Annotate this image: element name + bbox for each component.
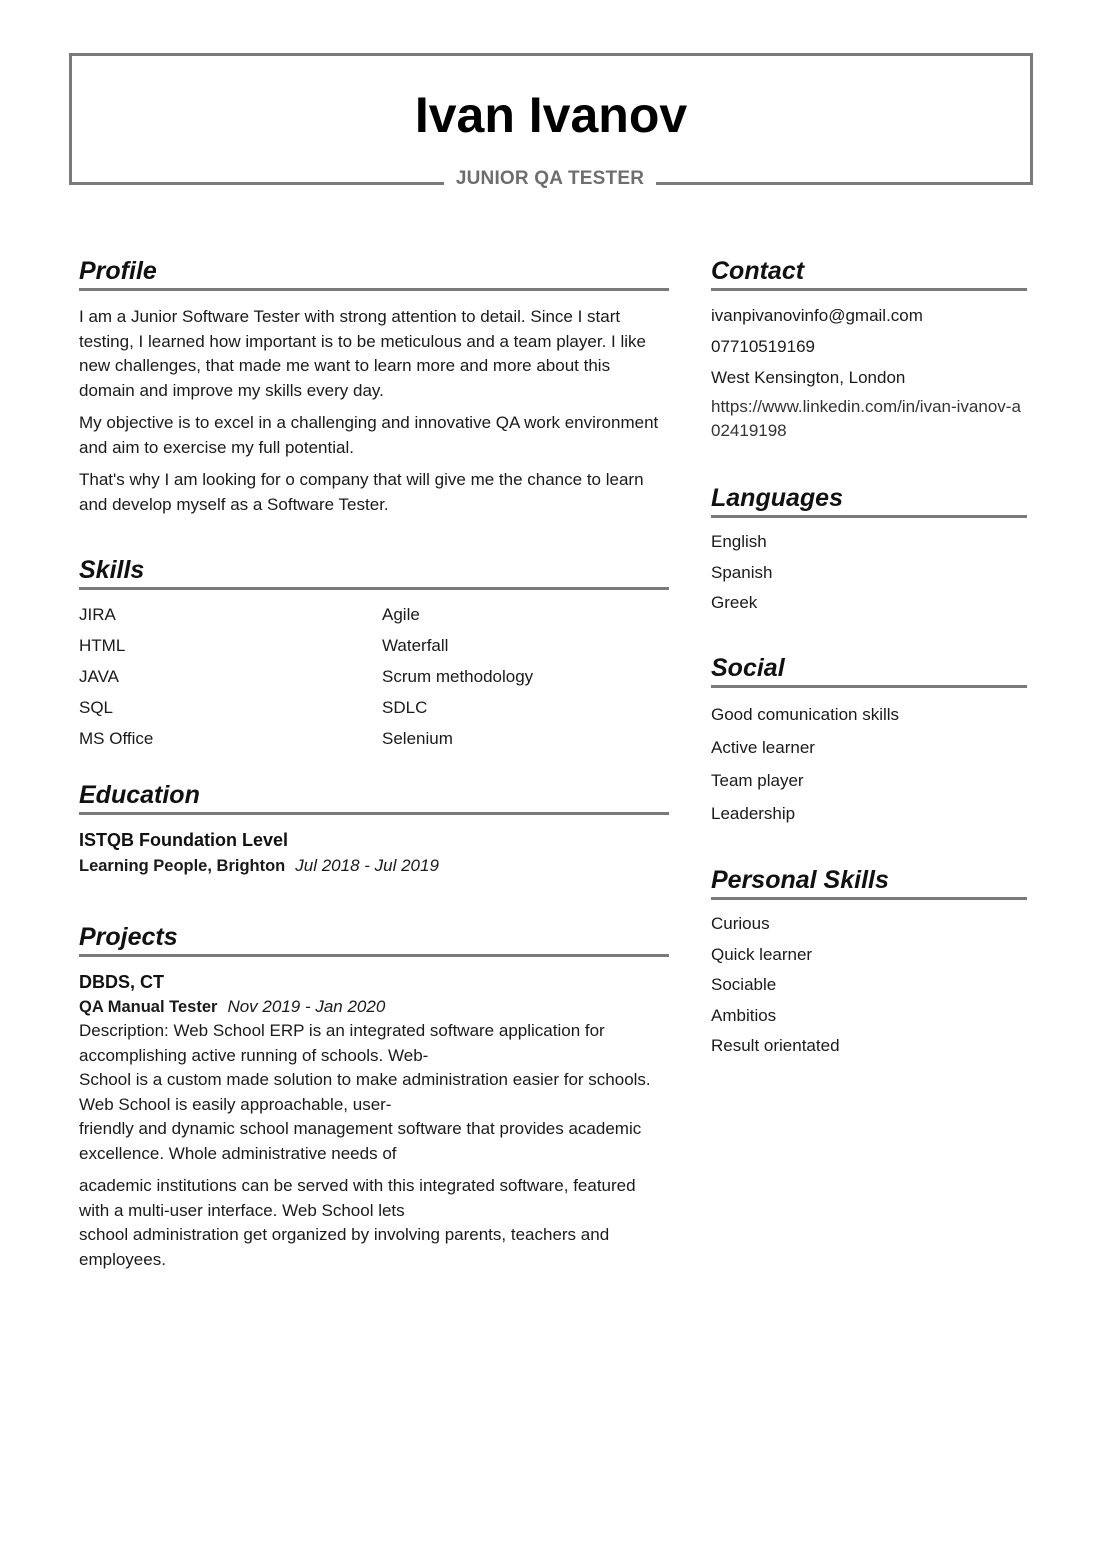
personal-skill-item: Curious	[711, 914, 770, 933]
social-item: Good comunication skills	[711, 705, 900, 724]
education-section: Education ISTQB Foundation Level Learnin…	[79, 780, 669, 879]
personal-skill-item: Quick learner	[711, 944, 813, 964]
skills-list: JIRA Agile HTML Waterfall JAVA Scrum met…	[79, 599, 669, 754]
skill-item: MS Office	[79, 729, 154, 748]
project-description: academic institutions can be served with…	[79, 1176, 636, 1269]
profile-heading: Profile	[79, 256, 669, 291]
project-role: QA Manual Tester	[79, 998, 218, 1016]
language-item: Spanish	[711, 562, 773, 582]
languages-heading: Languages	[711, 483, 1027, 518]
personal-skill-item: Ambitios	[711, 1005, 777, 1025]
skill-item: HTML	[79, 636, 126, 655]
language-item: Greek	[711, 593, 758, 612]
education-entry: ISTQB Foundation Level Learning People, …	[79, 827, 669, 879]
candidate-name: Ivan Ivanov	[414, 87, 688, 143]
resume-header: Ivan Ivanov	[69, 53, 1033, 185]
contact-section: Contact ivanpivanovinfo@gmail.com 077105…	[711, 256, 1027, 443]
project-dates: Nov 2019 - Jan 2020	[227, 997, 386, 1016]
social-heading: Social	[711, 653, 1027, 688]
personal-skills-heading: Personal Skills	[711, 865, 1027, 900]
skill-item: SDLC	[382, 698, 428, 717]
project-title: DBDS, CT	[79, 972, 164, 992]
skills-section: Skills JIRA Agile HTML Waterfall JAVA Sc…	[79, 555, 669, 754]
personal-skill-item: Result orientated	[711, 1036, 840, 1055]
contact-phone[interactable]: 07710519169	[711, 331, 1027, 362]
contact-linkedin-link[interactable]: https://www.linkedin.com/in/ivan-ivanov-…	[711, 395, 1027, 443]
social-item: Team player	[711, 771, 804, 790]
skills-heading: Skills	[79, 555, 669, 590]
profile-paragraph: I am a Junior Software Tester with stron…	[79, 307, 646, 400]
skill-item: Agile	[382, 605, 420, 624]
projects-section: Projects DBDS, CT QA Manual Tester Nov 20…	[79, 922, 669, 1272]
job-title-wrap: JUNIOR QA TESTER	[0, 168, 1100, 190]
skill-item: JIRA	[79, 605, 116, 624]
skill-item: Scrum methodology	[382, 667, 534, 686]
social-section: Social Good comunication skills Active l…	[711, 653, 1027, 830]
language-item: English	[711, 532, 767, 551]
skill-item: JAVA	[79, 667, 119, 686]
social-item: Leadership	[711, 804, 796, 823]
contact-location: West Kensington, London	[711, 368, 906, 387]
profile-section: Profile I am a Junior Software Tester wi…	[79, 256, 669, 517]
social-item: Active learner	[711, 738, 815, 757]
contact-heading: Contact	[711, 256, 1027, 291]
skill-item: Selenium	[382, 729, 453, 748]
job-title: JUNIOR QA TESTER	[443, 168, 657, 190]
contact-email[interactable]: ivanpivanovinfo@gmail.com	[711, 300, 1027, 331]
project-description: Description: Web School ERP is an integr…	[79, 1021, 651, 1163]
skill-item: Waterfall	[382, 636, 449, 655]
education-institution: Learning People, Brighton	[79, 857, 286, 875]
project-entry: DBDS, CT QA Manual Tester Nov 2019 - Jan …	[79, 969, 669, 1272]
personal-skills-section: Personal Skills Curious Quick learner So…	[711, 865, 1027, 1062]
projects-heading: Projects	[79, 922, 669, 957]
profile-paragraph: That's why I am looking for o company th…	[79, 470, 644, 514]
education-heading: Education	[79, 780, 669, 815]
personal-skill-item: Sociable	[711, 975, 777, 994]
education-dates: Jul 2018 - Jul 2019	[295, 856, 439, 875]
education-title: ISTQB Foundation Level	[79, 830, 289, 850]
profile-paragraph: My objective is to excel in a challengin…	[79, 413, 659, 457]
skill-item: SQL	[79, 698, 114, 717]
languages-section: Languages English Spanish Greek	[711, 483, 1027, 619]
